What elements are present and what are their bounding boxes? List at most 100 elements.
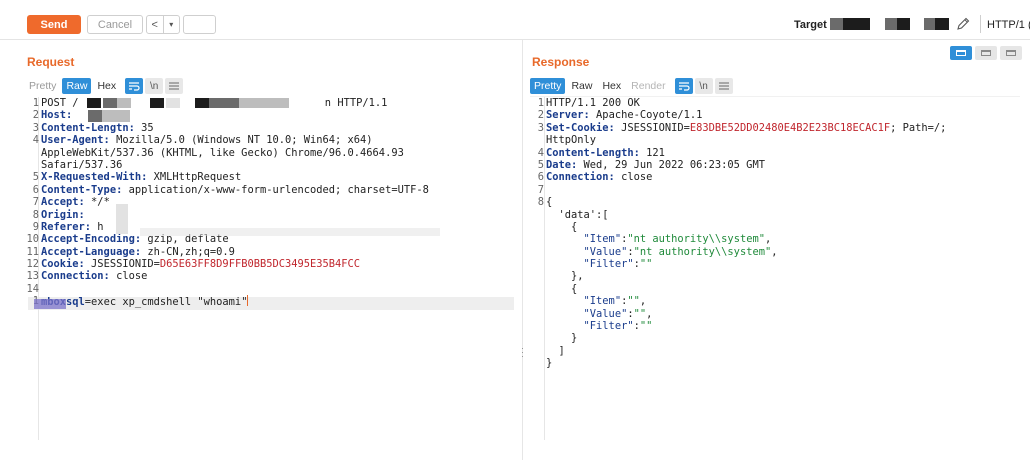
forward-button[interactable]: [183, 15, 216, 34]
response-line-20: }: [531, 332, 1021, 344]
line-text: Accept: */*: [41, 196, 110, 208]
redaction-block: [87, 98, 101, 108]
side-by-side-layout-icon[interactable]: [950, 46, 972, 60]
redaction-block: [209, 98, 239, 108]
line-number: 2: [537, 109, 544, 122]
response-line-10: 'data':[: [531, 209, 1021, 221]
request-line-16: 14: [26, 283, 516, 295]
header-value: Wed, 29 Jun 2022 06:23:05 GMT: [577, 158, 765, 171]
newline-icon[interactable]: \n: [145, 78, 164, 94]
line-text: {: [546, 196, 552, 208]
header-name: Accept:: [41, 196, 85, 209]
menu-icon[interactable]: [714, 78, 733, 94]
json-key: "Filter": [546, 258, 634, 271]
json-key: "Filter": [546, 320, 634, 333]
json-comma: ,: [639, 295, 647, 308]
response-line-12: "Item":"nt authority\\system",: [531, 233, 1021, 245]
header-name: Server:: [546, 109, 590, 122]
header-name: Origin:: [41, 208, 85, 221]
tab-hex[interactable]: Hex: [93, 78, 120, 94]
tab-pretty[interactable]: Pretty: [530, 78, 566, 94]
pane-divider[interactable]: [522, 40, 523, 460]
menu-icon[interactable]: [165, 78, 184, 94]
back-arrow-icon[interactable]: <: [147, 16, 163, 33]
wrap-lines-icon[interactable]: [125, 78, 144, 94]
tab-raw[interactable]: Raw: [567, 78, 596, 94]
http-version-selector[interactable]: HTTP/1 (: [987, 19, 1030, 31]
tab-raw[interactable]: Raw: [62, 78, 92, 94]
response-line-6: 5 Date: Wed, 29 Jun 2022 06:23:05 GMT: [531, 159, 1021, 171]
header-name: Connection:: [41, 270, 110, 283]
line-text: "Filter":"": [546, 320, 653, 333]
header-value: }: [546, 357, 553, 370]
line-text: Referer: h: [41, 221, 104, 233]
header-value: {: [546, 220, 578, 233]
line-text: User-Agent: Mozilla/5.0 (Windows NT 10.0…: [41, 134, 373, 146]
redaction-block: [239, 98, 289, 108]
line-text: Connection: close: [41, 270, 147, 282]
request-line-5: AppleWebKit/537.36 (KHTML, like Gecko) C…: [26, 147, 516, 159]
header-name: Content-Lengtn:: [41, 121, 135, 134]
redaction-block: [166, 98, 180, 108]
request-line-6: Safari/537.36: [26, 159, 516, 171]
header-name: Content-Length:: [546, 146, 640, 159]
line-number: 14: [26, 282, 39, 295]
request-view-tabs: Pretty Raw Hex \n: [25, 78, 184, 94]
redaction-block: [150, 98, 164, 108]
header-value: 121: [639, 146, 665, 159]
header-value: },: [546, 270, 584, 283]
line-number: 4: [537, 146, 544, 159]
line-text: }: [546, 332, 577, 344]
header-value: zh-CN,zh;q=0.9: [141, 245, 235, 258]
json-key: "Item": [546, 295, 622, 308]
back-history-group: < ▾: [146, 15, 180, 34]
line-number: 12: [26, 258, 39, 271]
pencil-icon[interactable]: [955, 16, 971, 32]
response-line-16: {: [531, 283, 1021, 295]
header-name: Referer:: [41, 220, 92, 233]
redaction-block: [924, 18, 935, 30]
line-text: 'data':[: [546, 209, 609, 221]
header-value: HttpOnly: [546, 134, 597, 147]
tab-hex[interactable]: Hex: [598, 78, 625, 94]
drag-handle-icon[interactable]: · · ·: [520, 344, 525, 361]
request-line-3: 3 Content-Lengtn: 35: [26, 122, 516, 134]
tab-render[interactable]: Render: [627, 78, 669, 94]
line-number: 5: [537, 158, 544, 171]
request-pane-title: Request: [27, 55, 75, 69]
stacked-layout-icon[interactable]: [975, 46, 997, 60]
line-number: 3: [32, 121, 39, 134]
response-line-11: {: [531, 221, 1021, 233]
wrap-lines-icon[interactable]: [674, 78, 693, 94]
line-text: "Value":"",: [546, 307, 653, 320]
line-number: 7: [537, 183, 544, 196]
response-view-tabs: Pretty Raw Hex Render \n: [530, 78, 733, 94]
header-name: Content-Type:: [41, 183, 123, 196]
header-value: XMLHttpRequest: [147, 171, 242, 184]
response-line-17: "Item":"",: [531, 295, 1021, 307]
response-line-8: 7: [531, 184, 1021, 196]
tab-pretty[interactable]: Pretty: [25, 78, 60, 94]
header-value: */*: [84, 196, 110, 209]
line-number: 9: [32, 220, 39, 233]
history-dropdown-icon[interactable]: ▾: [162, 16, 180, 33]
response-editor[interactable]: 1 HTTP/1.1 200 OK 2 Server: Apache-Coyote/1…: [531, 97, 1021, 370]
newline-icon[interactable]: \n: [694, 78, 713, 94]
response-line-9: 8{: [531, 196, 1021, 208]
request-line-14: 12 Cookie: JSESSIONID=D65E63FF8D9FFB0BB5D…: [26, 258, 516, 270]
send-button[interactable]: Send: [27, 15, 81, 34]
request-editor[interactable]: 1 POST / n HTTP/1.1 2 Host: 3 Content-Lengtn…: [26, 97, 516, 308]
header-name: User-Agent:: [41, 134, 110, 147]
request-line-9: 7 Accept: */*: [26, 196, 516, 208]
target-label: Target: [794, 19, 827, 31]
json-value: "nt authority\\system": [627, 233, 765, 246]
header-value: AppleWebKit/537.36 (KHTML, like Gecko) C…: [41, 146, 404, 159]
cancel-button[interactable]: Cancel: [87, 15, 143, 34]
json-key: "Value": [546, 307, 628, 320]
header-value: close: [614, 171, 653, 184]
single-pane-layout-icon[interactable]: [1000, 46, 1022, 60]
response-line-14: "Filter":"": [531, 258, 1021, 270]
line-number: 4: [32, 134, 39, 147]
response-line-15: },: [531, 270, 1021, 282]
redaction-block: [102, 110, 130, 122]
